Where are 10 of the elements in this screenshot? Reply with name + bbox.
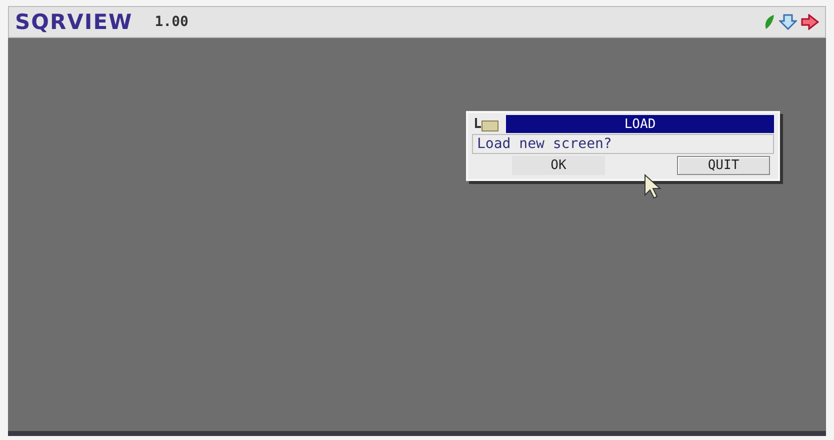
down-arrow-icon[interactable] bbox=[779, 14, 797, 30]
dialog-title: LOAD bbox=[506, 115, 774, 133]
dialog-message: Load new screen? bbox=[472, 134, 774, 154]
leaf-icon[interactable] bbox=[763, 14, 775, 30]
dialog-button[interactable]: OK bbox=[512, 156, 605, 175]
right-arrow-icon[interactable] bbox=[801, 14, 819, 30]
app-logo: SQRVIEW bbox=[15, 10, 133, 34]
version-label: 1.00 bbox=[154, 14, 188, 30]
mouse-cursor-icon bbox=[644, 174, 662, 200]
dialog-button[interactable]: QUIT bbox=[677, 156, 770, 175]
